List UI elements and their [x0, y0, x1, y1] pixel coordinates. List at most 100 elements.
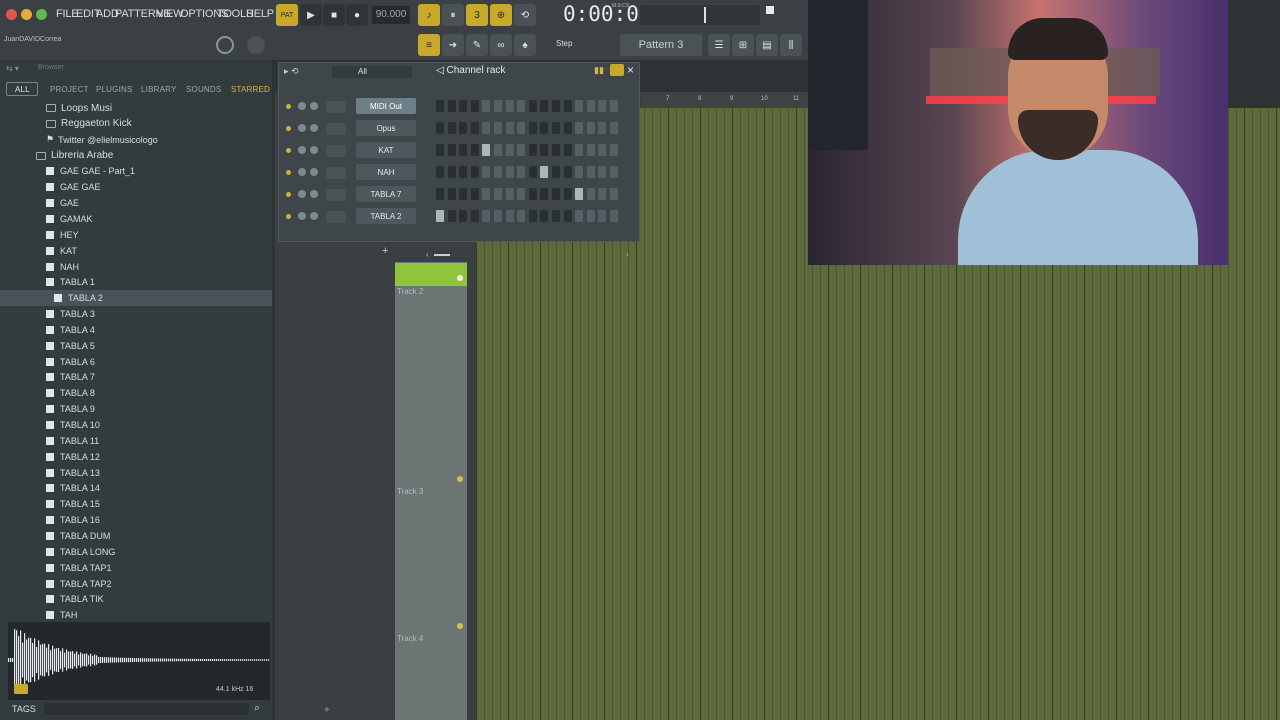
browser-item[interactable]: TABLA 8 [0, 385, 272, 401]
track-label[interactable]: Track 4 [397, 634, 423, 643]
step-button[interactable] [505, 188, 514, 200]
tab-all[interactable]: ALL [15, 85, 30, 94]
step-button[interactable] [598, 188, 607, 200]
step-button[interactable] [598, 166, 607, 178]
step-button[interactable] [586, 210, 595, 222]
pitch-slider-handle[interactable] [704, 7, 706, 23]
tab-sounds[interactable]: SOUNDS [186, 85, 221, 94]
step-button[interactable] [447, 100, 456, 112]
step-button[interactable] [598, 210, 607, 222]
browser-item[interactable]: TABLA 3 [0, 306, 272, 322]
step-button[interactable] [494, 210, 502, 222]
step-button[interactable] [436, 188, 444, 200]
snap-selector[interactable]: Step [556, 39, 572, 48]
browser-item[interactable]: TABLA 9 [0, 401, 272, 417]
step-button[interactable] [575, 166, 584, 178]
step-button[interactable] [586, 100, 595, 112]
sample-waveform[interactable]: 44.1 kHz 16 [8, 622, 270, 700]
channel-name-button[interactable]: MIDI Out [356, 98, 416, 114]
step-button[interactable] [517, 144, 526, 156]
browser-item[interactable]: Loops Musi [0, 100, 272, 116]
step-button[interactable] [517, 122, 526, 134]
step-button[interactable] [470, 188, 479, 200]
step-button[interactable] [586, 144, 595, 156]
browser-item[interactable]: TABLA TAP1 [0, 560, 272, 576]
blend-notes-button[interactable]: ⊕ [490, 4, 512, 26]
step-button[interactable] [436, 144, 444, 156]
channel-filter[interactable]: All [332, 66, 412, 78]
track-label[interactable]: Track 2 [397, 287, 423, 296]
channel-name-button[interactable]: TABLA 7 [356, 186, 416, 202]
browser-item[interactable]: TABLA 4 [0, 322, 272, 338]
browser-item[interactable]: TABLA 15 [0, 496, 272, 512]
step-button[interactable] [505, 122, 514, 134]
metronome-button[interactable]: ♪ [418, 4, 440, 26]
step-button[interactable] [552, 166, 560, 178]
mixer-button[interactable]: ☰ [708, 34, 730, 56]
step-button[interactable] [436, 122, 444, 134]
search-icon[interactable]: ⌕ [254, 702, 260, 715]
step-button[interactable] [540, 100, 549, 112]
record-button[interactable]: ● [346, 4, 368, 26]
track-indicator-icon[interactable] [457, 623, 463, 629]
step-button[interactable] [528, 144, 537, 156]
tab-starred[interactable]: STARRED [231, 85, 270, 94]
browser-item[interactable]: TABLA LONG [0, 544, 272, 560]
step-button[interactable] [470, 210, 479, 222]
step-button[interactable] [505, 100, 514, 112]
track-label[interactable]: Track 3 [397, 487, 423, 496]
minimize-window-icon[interactable] [21, 9, 32, 20]
menu-help[interactable]: HELP [246, 8, 274, 20]
step-button[interactable] [552, 144, 560, 156]
browser-item[interactable]: GAE [0, 195, 272, 211]
step-button[interactable] [517, 100, 526, 112]
channel-knob[interactable] [298, 168, 306, 176]
browser-item[interactable]: TABLA 13 [0, 465, 272, 481]
channel-knob[interactable] [298, 102, 306, 110]
browser-item[interactable]: TABLA 14 [0, 480, 272, 496]
step-button[interactable] [575, 210, 584, 222]
step-button[interactable] [459, 210, 468, 222]
tab-project[interactable]: PROJECT [50, 85, 89, 94]
pat-song-toggle[interactable]: PAT [276, 4, 298, 26]
step-button[interactable] [447, 166, 456, 178]
step-button[interactable] [470, 100, 479, 112]
master-volume-knob[interactable] [216, 36, 234, 54]
step-button[interactable] [563, 144, 572, 156]
step-button[interactable] [540, 210, 549, 222]
step-button[interactable] [540, 188, 549, 200]
step-button[interactable] [528, 100, 537, 112]
track-indicator-icon[interactable] [457, 476, 463, 482]
channel-knob[interactable] [310, 124, 318, 132]
channel-knob[interactable] [310, 212, 318, 220]
step-button[interactable] [610, 188, 618, 200]
channel-mute-led[interactable] [286, 214, 291, 219]
browser-item[interactable]: TABLA 6 [0, 354, 272, 370]
step-button[interactable] [459, 188, 468, 200]
channel-mute-led[interactable] [286, 126, 291, 131]
step-button[interactable] [586, 188, 595, 200]
rack-scroll-right-icon[interactable]: › [626, 250, 629, 259]
browser-item[interactable]: TAH [0, 607, 272, 620]
step-button[interactable] [610, 122, 618, 134]
channel-mute-led[interactable] [286, 148, 291, 153]
channel-knob[interactable] [310, 146, 318, 154]
channel-knob[interactable] [298, 212, 306, 220]
master-pitch-knob[interactable] [247, 36, 265, 54]
channel-knob[interactable] [298, 124, 306, 132]
step-button[interactable] [517, 188, 526, 200]
channel-knob[interactable] [298, 190, 306, 198]
tab-plugins[interactable]: PLUGINS [96, 85, 133, 94]
step-button[interactable] [494, 144, 502, 156]
step-button[interactable] [563, 166, 572, 178]
browser-item[interactable]: TABLA 1 [0, 274, 272, 290]
browser-item[interactable]: TABLA 11 [0, 433, 272, 449]
step-button[interactable] [552, 122, 560, 134]
step-button[interactable] [494, 100, 502, 112]
playlist-view-button[interactable]: ≡ [418, 34, 440, 56]
step-button[interactable] [540, 122, 549, 134]
browser-item[interactable]: TABLA 12 [0, 449, 272, 465]
step-button[interactable] [575, 122, 584, 134]
channel-knob[interactable] [298, 146, 306, 154]
stamp-tool-button[interactable]: ♠ [514, 34, 536, 56]
